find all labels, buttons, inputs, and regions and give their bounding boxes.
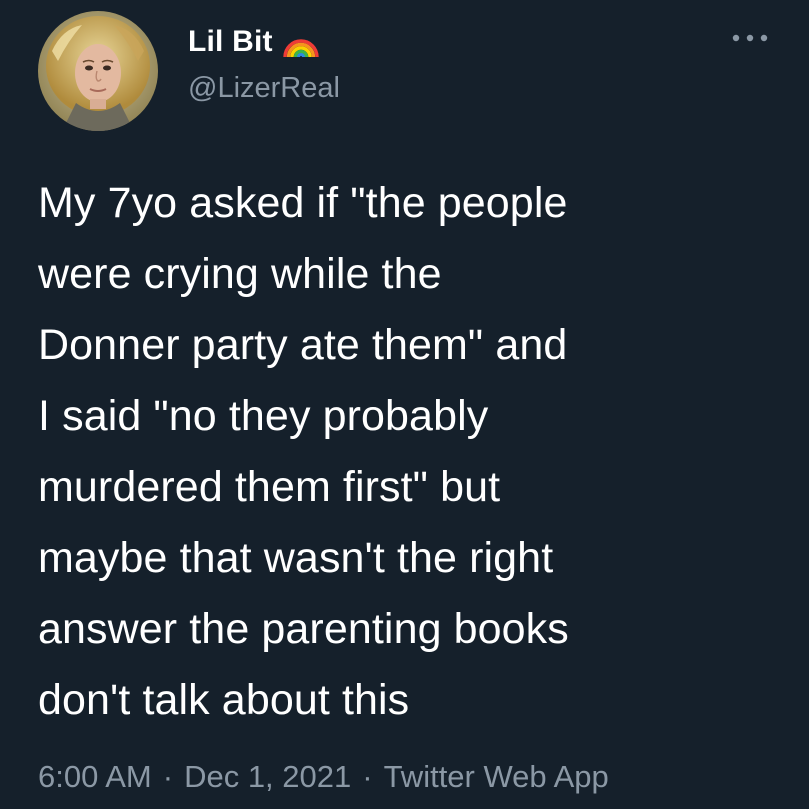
rainbow-icon: [281, 25, 321, 59]
tweet-meta: 6:00 AM · Dec 1, 2021 · Twitter Web App: [38, 759, 609, 795]
display-name[interactable]: Lil Bit: [188, 25, 273, 59]
tweet-card: Lil Bit @LizerReal My 7yo asked if "the …: [0, 0, 809, 809]
profile-avatar[interactable]: [38, 11, 158, 131]
user-handle[interactable]: @LizerReal: [188, 72, 340, 105]
meta-separator: ·: [362, 759, 373, 794]
avatar-image: [38, 11, 158, 131]
more-options-icon[interactable]: [728, 28, 772, 48]
tweet-time[interactable]: 6:00 AM: [38, 759, 152, 794]
tweet-source[interactable]: Twitter Web App: [384, 759, 609, 794]
tweet-date[interactable]: Dec 1, 2021: [184, 759, 351, 794]
tweet-text: My 7yo asked if "the people were crying …: [38, 179, 569, 724]
author-name-row: Lil Bit: [188, 22, 321, 62]
meta-separator: ·: [162, 759, 174, 794]
